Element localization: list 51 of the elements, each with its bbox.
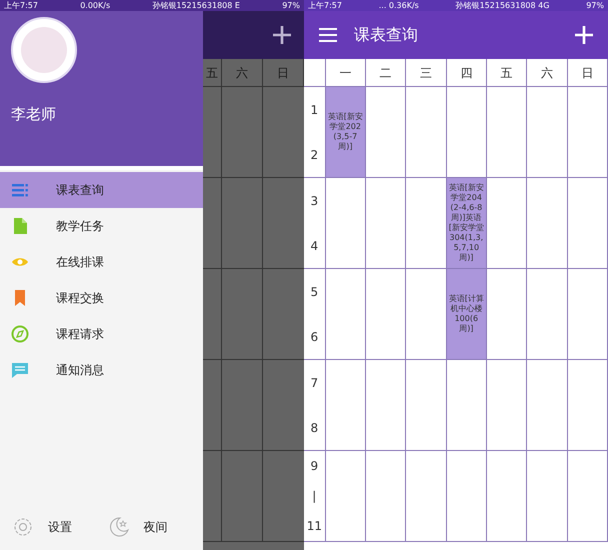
moon-icon <box>108 516 130 538</box>
drawer-menu-item[interactable]: 课程请求 <box>0 316 203 352</box>
course-block[interactable]: 英语[计算机中心楼100(6周)] <box>446 269 488 359</box>
avatar-picture-placeholder <box>21 27 67 73</box>
drawer-menu-item[interactable]: 在线排课 <box>0 244 203 280</box>
weekday-header: 六 <box>236 64 248 82</box>
period-number: 9 <box>310 458 318 475</box>
compass-icon <box>11 325 29 343</box>
period-number: 5 <box>310 284 318 300</box>
weekday-header: 日 <box>277 64 289 82</box>
document-icon <box>11 217 29 235</box>
period-number: 11 <box>306 518 322 535</box>
drawer-footer-button[interactable]: 设置 <box>12 516 108 538</box>
weekday-header: 五 <box>500 64 513 82</box>
course-block[interactable]: 英语[新安学堂202(3,5-7周)] <box>326 87 366 177</box>
status-time: 上午7:57 <box>308 2 342 10</box>
battery-level: 97% <box>282 2 300 10</box>
period-number: 8 <box>310 420 318 436</box>
drawer-footer-button[interactable]: 夜间 <box>108 516 203 538</box>
network-speed: 0.00K/s <box>80 2 110 10</box>
weekday-header: 日 <box>581 64 594 82</box>
drawer-menu-item[interactable]: 课表查询 <box>0 172 203 208</box>
menu-icon[interactable] <box>318 27 338 43</box>
period-number: 3 <box>310 192 318 210</box>
period-number: 7 <box>310 374 318 392</box>
period-number: 2 <box>310 146 318 164</box>
weekday-header: 五 <box>206 64 218 82</box>
weekday-header: 四 <box>460 64 472 82</box>
course-block[interactable]: 英语[新安学堂204(2-4,6-8周)]英语[新安学堂304(1,3,5,7,10周)] <box>446 178 488 268</box>
status-time: 上午7:57 <box>4 2 38 10</box>
weekday-header: 六 <box>540 64 553 82</box>
battery-level: 97% <box>586 2 604 10</box>
weekday-header: 二 <box>380 64 392 82</box>
weekday-header: 一 <box>339 64 352 82</box>
drawer-menu-item[interactable]: 通知消息 <box>0 352 203 388</box>
period-number: | <box>312 488 316 505</box>
drawer-menu-item[interactable]: 教学任务 <box>0 208 203 244</box>
add-icon[interactable] <box>272 25 292 45</box>
user-name: 李老师 <box>11 104 57 125</box>
network-speed: ... 0.36K/s <box>378 2 419 10</box>
carrier-text: 孙铭银15215631808 4G <box>456 2 550 10</box>
drawer-menu-item[interactable]: 课程交换 <box>0 280 203 316</box>
period-number: 6 <box>310 328 318 346</box>
settings-icon <box>12 516 34 538</box>
carrier-text: 孙铭银15215631808 E <box>152 2 240 10</box>
weekday-header: 三 <box>420 64 432 82</box>
message-icon <box>11 361 29 379</box>
period-number: 4 <box>310 238 318 254</box>
period-number: 1 <box>310 102 318 118</box>
list-icon <box>11 181 29 199</box>
toolbar-title: 课表查询 <box>354 24 418 46</box>
